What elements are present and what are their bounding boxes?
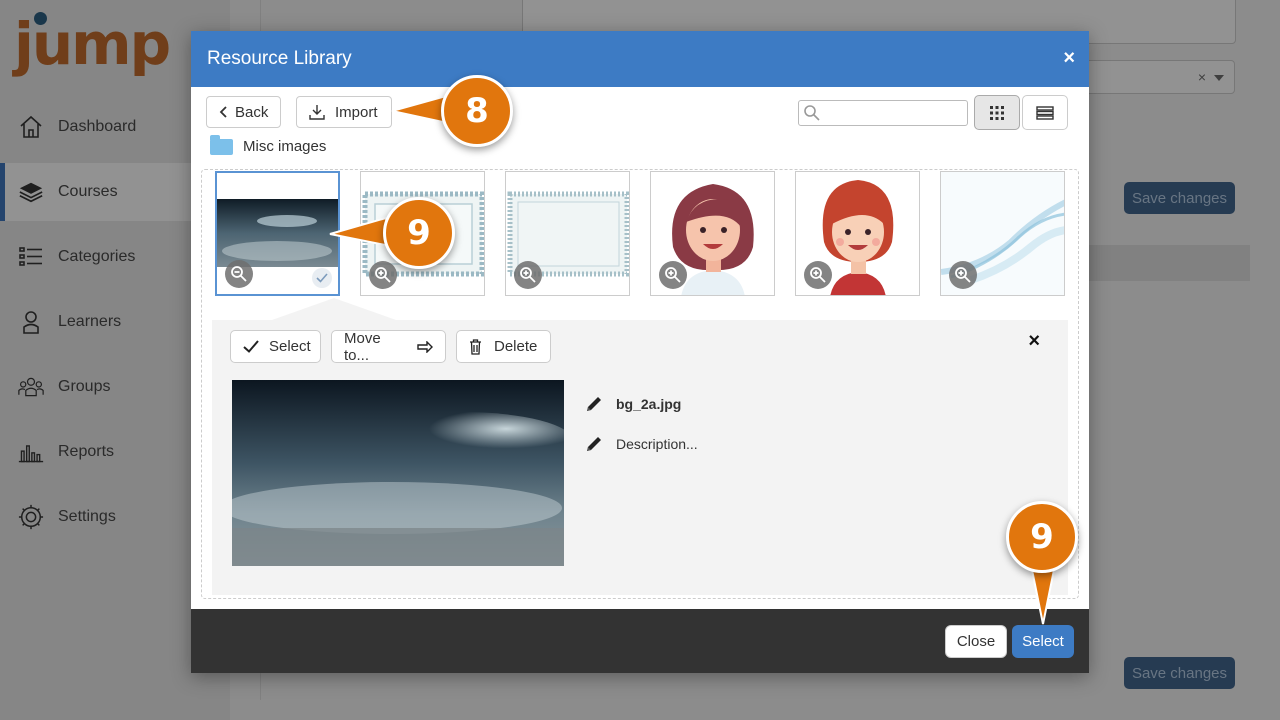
- step-callout-thumbnail: 9: [383, 197, 455, 269]
- step-callout-import: 8: [441, 75, 513, 147]
- callout-pointer-thumb: [329, 216, 392, 248]
- step-callout-select: 9: [1006, 501, 1078, 573]
- callout-pointers: [329, 94, 1058, 625]
